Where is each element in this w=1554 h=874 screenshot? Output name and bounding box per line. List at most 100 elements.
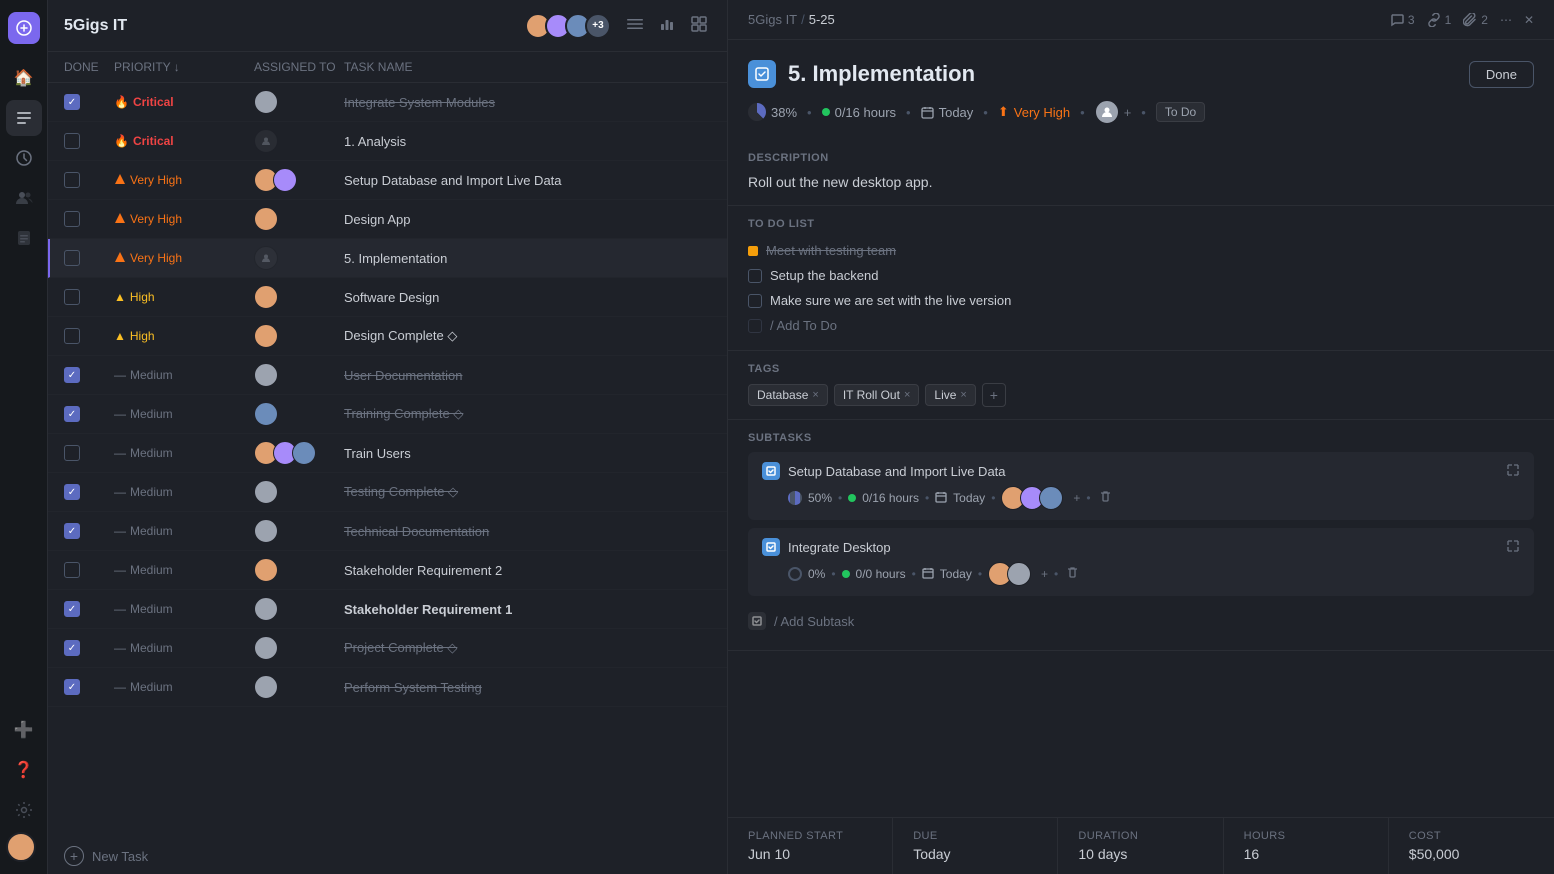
- col-priority[interactable]: PRIORITY ↓: [114, 60, 254, 74]
- subtask-expand-icon[interactable]: [1506, 463, 1520, 480]
- hours-col-value[interactable]: 16: [1244, 846, 1368, 862]
- task-row[interactable]: Very HighSetup Database and Import Live …: [48, 161, 727, 200]
- tag-remove-btn[interactable]: ×: [904, 389, 910, 401]
- task-row[interactable]: ▲HighDesign Complete ◇: [48, 317, 727, 356]
- todo-item-checkbox[interactable]: [748, 269, 762, 283]
- task-checkbox[interactable]: [64, 523, 80, 539]
- task-checkbox[interactable]: [64, 445, 80, 461]
- task-row[interactable]: ▲HighSoftware Design: [48, 278, 727, 317]
- task-checkbox[interactable]: [64, 328, 80, 344]
- task-row[interactable]: —MediumUser Documentation: [48, 356, 727, 395]
- links-action[interactable]: 1: [1427, 13, 1452, 27]
- more-action[interactable]: ⋯: [1500, 13, 1512, 27]
- todo-item-checkbox[interactable]: [748, 294, 762, 308]
- list-item[interactable]: Meet with testing team: [748, 238, 1534, 263]
- task-name: User Documentation: [344, 368, 711, 383]
- tag-remove-btn[interactable]: ×: [960, 389, 966, 401]
- description-text[interactable]: Roll out the new desktop app.: [748, 172, 1534, 193]
- task-row[interactable]: —MediumStakeholder Requirement 2: [48, 551, 727, 590]
- task-row[interactable]: —MediumTesting Complete ◇: [48, 473, 727, 512]
- task-checkbox[interactable]: [64, 250, 80, 266]
- add-todo-checkbox[interactable]: [748, 319, 762, 333]
- task-row[interactable]: —MediumProject Complete ◇: [48, 629, 727, 668]
- list-item[interactable]: Make sure we are set with the live versi…: [748, 288, 1534, 313]
- task-row[interactable]: —MediumTechnical Documentation: [48, 512, 727, 551]
- attachments-action[interactable]: 2: [1463, 13, 1488, 27]
- task-name: 1. Analysis: [344, 134, 711, 149]
- task-row[interactable]: —MediumPerform System Testing: [48, 668, 727, 707]
- subtask-add-assignee-btn[interactable]: +: [1041, 567, 1048, 581]
- menu-icon[interactable]: [623, 12, 647, 39]
- priority-meta[interactable]: ⬆ Very High: [998, 104, 1070, 120]
- assigned-avatars: [254, 441, 344, 465]
- subtask-add-assignee-btn[interactable]: +: [1073, 491, 1080, 505]
- duration-value[interactable]: 10 days: [1078, 846, 1202, 862]
- add-tag-btn[interactable]: +: [982, 383, 1006, 407]
- task-checkbox[interactable]: [64, 289, 80, 305]
- done-button[interactable]: Done: [1469, 61, 1534, 88]
- view-icon[interactable]: [687, 12, 711, 39]
- assignee-meta[interactable]: +: [1095, 100, 1132, 124]
- task-row[interactable]: —MediumTrain Users: [48, 434, 727, 473]
- footer-cost: COST $50,000: [1389, 818, 1554, 874]
- task-row[interactable]: —MediumTraining Complete ◇: [48, 395, 727, 434]
- task-row[interactable]: Very HighDesign App: [48, 200, 727, 239]
- task-checkbox[interactable]: [64, 133, 80, 149]
- detail-header: 5Gigs IT / 5-25 3 1: [728, 0, 1554, 40]
- assigned-avatars: [254, 402, 344, 426]
- task-checkbox[interactable]: [64, 601, 80, 617]
- due-meta[interactable]: Today: [921, 105, 974, 120]
- user-avatar[interactable]: [6, 832, 36, 862]
- subtask-expand-icon[interactable]: [1506, 539, 1520, 556]
- close-action[interactable]: ✕: [1524, 13, 1534, 27]
- task-checkbox[interactable]: [64, 211, 80, 227]
- task-name: Setup Database and Import Live Data: [344, 173, 711, 188]
- list-item[interactable]: Setup the backend: [748, 263, 1534, 288]
- add-subtask-row[interactable]: / Add Subtask: [748, 604, 1534, 638]
- tag-label: IT Roll Out: [843, 388, 900, 402]
- subtask-delete-btn[interactable]: [1097, 488, 1114, 508]
- sidebar-time-icon[interactable]: [6, 140, 42, 176]
- subtask-delete-btn[interactable]: [1064, 564, 1081, 584]
- app-logo[interactable]: [8, 12, 40, 44]
- add-task-row[interactable]: + New Task: [48, 838, 727, 874]
- task-checkbox[interactable]: [64, 367, 80, 383]
- planned-start-value[interactable]: Jun 10: [748, 846, 872, 862]
- add-task-btn[interactable]: +: [64, 846, 84, 866]
- task-checkbox[interactable]: [64, 484, 80, 500]
- due-value[interactable]: Today: [913, 846, 1037, 862]
- assignee-plus[interactable]: +: [1124, 105, 1132, 120]
- todo-list: Meet with testing teamSetup the backendM…: [748, 238, 1534, 313]
- sidebar-add-icon[interactable]: ➕: [6, 712, 42, 748]
- task-checkbox[interactable]: [64, 679, 80, 695]
- sidebar-tasks-icon[interactable]: [6, 100, 42, 136]
- task-checkbox[interactable]: [64, 94, 80, 110]
- sidebar-team-icon[interactable]: [6, 180, 42, 216]
- task-checkbox[interactable]: [64, 406, 80, 422]
- task-row[interactable]: 🔥Critical1. Analysis: [48, 122, 727, 161]
- add-todo-row[interactable]: / Add To Do: [748, 313, 1534, 338]
- sidebar-home-icon[interactable]: 🏠: [6, 60, 42, 96]
- task-row[interactable]: —MediumStakeholder Requirement 1: [48, 590, 727, 629]
- priority-badge: ▲High: [114, 290, 254, 304]
- tag-remove-btn[interactable]: ×: [812, 389, 818, 401]
- duration-label: DURATION: [1078, 830, 1202, 842]
- assigned-avatars: [254, 597, 344, 621]
- list-item: Setup Database and Import Live Data50%•0…: [748, 452, 1534, 520]
- sidebar-help-icon[interactable]: ❓: [6, 752, 42, 788]
- breadcrumb-project[interactable]: 5Gigs IT: [748, 12, 797, 27]
- task-checkbox[interactable]: [64, 172, 80, 188]
- priority-badge: —Medium: [114, 641, 254, 655]
- breadcrumb-item[interactable]: 5-25: [809, 12, 835, 27]
- cost-value[interactable]: $50,000: [1409, 846, 1534, 862]
- task-row[interactable]: 🔥CriticalIntegrate System Modules: [48, 83, 727, 122]
- sidebar-files-icon[interactable]: [6, 220, 42, 256]
- comments-action[interactable]: 3: [1390, 13, 1415, 27]
- task-checkbox[interactable]: [64, 640, 80, 656]
- chart-icon[interactable]: [655, 12, 679, 39]
- sidebar-settings-icon[interactable]: [6, 792, 42, 828]
- status-badge[interactable]: To Do: [1156, 102, 1205, 122]
- task-row[interactable]: Very High5. Implementation: [48, 239, 727, 278]
- task-checkbox[interactable]: [64, 562, 80, 578]
- subtask-assignees: [1001, 486, 1063, 510]
